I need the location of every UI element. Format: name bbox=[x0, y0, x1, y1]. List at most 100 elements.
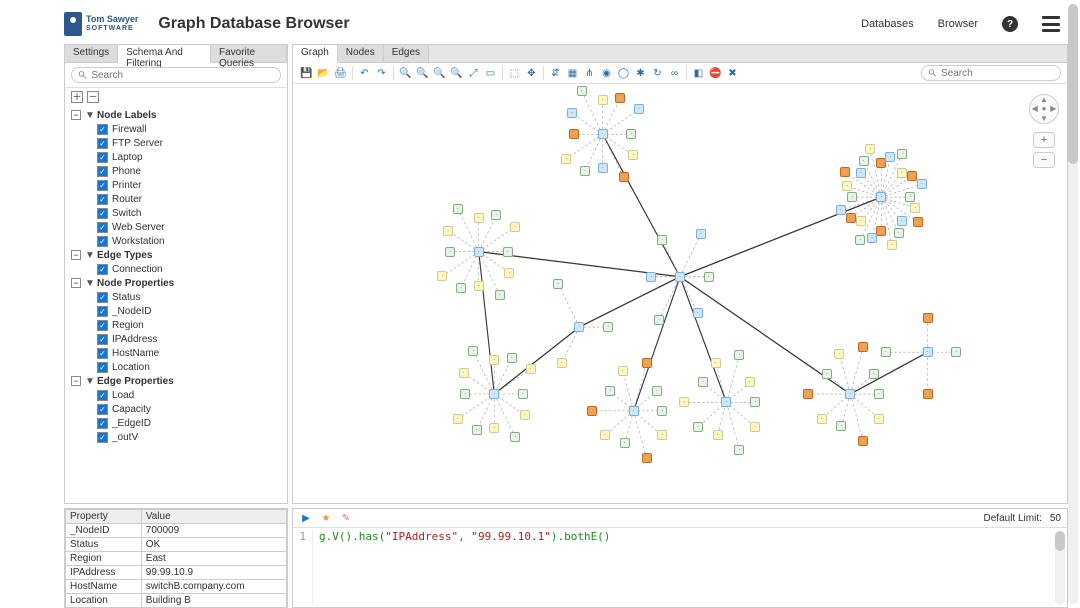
tree-section[interactable]: −▼Edge Properties bbox=[65, 374, 283, 388]
save-icon[interactable]: 💾 bbox=[299, 66, 314, 81]
tree-section[interactable]: −▼Node Labels bbox=[65, 108, 283, 122]
graph-edge[interactable] bbox=[726, 355, 739, 402]
zoom-in-icon[interactable]: 🔍 bbox=[398, 66, 413, 81]
graph-canvas[interactable]: ▲ ◀●▶ ▼ + − ····························… bbox=[293, 84, 1067, 503]
graph-leaf-node[interactable]: · bbox=[679, 397, 689, 407]
graph-leaf-node[interactable]: · bbox=[856, 168, 866, 178]
table-row[interactable]: _NodeID700009 bbox=[66, 524, 287, 538]
clear-icon[interactable]: ✖ bbox=[725, 66, 740, 81]
graph-leaf-node[interactable]: · bbox=[897, 216, 907, 226]
graph-leaf-node[interactable]: · bbox=[634, 104, 644, 114]
graph-hub-node[interactable]: · bbox=[923, 347, 933, 357]
graph-leaf-node[interactable]: · bbox=[817, 414, 827, 424]
checkbox-checked-icon[interactable] bbox=[97, 166, 108, 177]
graph-leaf-node[interactable]: · bbox=[518, 389, 528, 399]
graph-leaf-node[interactable]: · bbox=[646, 272, 656, 282]
tree-search-input[interactable] bbox=[91, 70, 274, 81]
graph-leaf-node[interactable]: · bbox=[474, 213, 484, 223]
graph-leaf-node[interactable]: · bbox=[894, 228, 904, 238]
graph-leaf-node[interactable]: · bbox=[822, 369, 832, 379]
tree-item[interactable]: Laptop bbox=[65, 150, 283, 164]
collapse-icon[interactable]: − bbox=[71, 278, 81, 288]
table-row[interactable]: StatusOK bbox=[66, 538, 287, 552]
checkbox-checked-icon[interactable] bbox=[97, 264, 108, 275]
tree-item[interactable]: Web Server bbox=[65, 220, 283, 234]
graph-leaf-node[interactable]: · bbox=[445, 247, 455, 257]
tree-item[interactable]: Router bbox=[65, 192, 283, 206]
graph-leaf-node[interactable]: · bbox=[657, 430, 667, 440]
table-row[interactable]: LocationBuilding B bbox=[66, 594, 287, 608]
graph-leaf-node[interactable]: · bbox=[642, 358, 652, 368]
graph-leaf-node[interactable]: · bbox=[711, 358, 721, 368]
checkbox-checked-icon[interactable] bbox=[97, 404, 108, 415]
checkbox-checked-icon[interactable] bbox=[97, 194, 108, 205]
query-line[interactable]: g.V().has("IPAddress", "99.99.10.1").bot… bbox=[313, 530, 610, 605]
graph-leaf-node[interactable]: · bbox=[603, 322, 613, 332]
tab-favorite-queries[interactable]: Favorite Queries bbox=[211, 45, 287, 62]
graph-leaf-node[interactable]: · bbox=[887, 240, 897, 250]
graph-leaf-node[interactable]: · bbox=[855, 235, 865, 245]
run-query-button[interactable]: ▶ bbox=[299, 511, 313, 525]
graph-leaf-node[interactable]: · bbox=[859, 156, 869, 166]
graph-leaf-node[interactable]: · bbox=[443, 226, 453, 236]
graph-hub-node[interactable]: · bbox=[876, 192, 886, 202]
graph-search[interactable] bbox=[921, 65, 1061, 81]
graph-edge[interactable] bbox=[870, 149, 881, 197]
graph-leaf-node[interactable]: · bbox=[917, 179, 927, 189]
zoom-out-icon[interactable]: 🔍 bbox=[432, 66, 447, 81]
graph-hub-node[interactable]: · bbox=[574, 322, 584, 332]
hamburger-menu-icon[interactable] bbox=[1042, 16, 1060, 32]
graph-leaf-node[interactable]: · bbox=[750, 422, 760, 432]
incremental-layout-icon[interactable]: ↻ bbox=[650, 66, 665, 81]
checkbox-checked-icon[interactable] bbox=[97, 348, 108, 359]
graph-leaf-node[interactable]: · bbox=[698, 377, 708, 387]
checkbox-checked-icon[interactable] bbox=[97, 306, 108, 317]
pan-control[interactable]: ▲ ◀●▶ ▼ bbox=[1029, 94, 1059, 124]
stop-icon[interactable]: ⛔ bbox=[708, 66, 723, 81]
checkbox-checked-icon[interactable] bbox=[97, 152, 108, 163]
graph-leaf-node[interactable]: · bbox=[881, 347, 891, 357]
graph-leaf-node[interactable]: · bbox=[642, 453, 652, 463]
graph-leaf-node[interactable]: · bbox=[626, 129, 636, 139]
checkbox-checked-icon[interactable] bbox=[97, 222, 108, 233]
graph-leaf-node[interactable]: · bbox=[569, 129, 579, 139]
checkbox-checked-icon[interactable] bbox=[97, 236, 108, 247]
tree-item[interactable]: _EdgeID bbox=[65, 416, 283, 430]
pan-up-icon[interactable]: ▲ bbox=[1039, 95, 1048, 104]
tab-schema-and-filtering[interactable]: Schema And Filtering bbox=[118, 45, 211, 63]
tree-item[interactable]: FTP Server bbox=[65, 136, 283, 150]
checkbox-checked-icon[interactable] bbox=[97, 124, 108, 135]
graph-leaf-node[interactable]: · bbox=[657, 235, 667, 245]
graph-leaf-node[interactable]: · bbox=[553, 279, 563, 289]
graph-hub-node[interactable]: · bbox=[721, 397, 731, 407]
graph-leaf-node[interactable]: · bbox=[510, 432, 520, 442]
clear-query-button[interactable]: ✎ bbox=[339, 511, 353, 525]
graph-edge[interactable] bbox=[680, 197, 881, 277]
tree-item[interactable]: Location bbox=[65, 360, 283, 374]
graph-leaf-node[interactable]: · bbox=[847, 192, 857, 202]
checkbox-checked-icon[interactable] bbox=[97, 180, 108, 191]
pan-down-icon[interactable]: ▼ bbox=[1039, 114, 1048, 123]
graph-leaf-node[interactable]: · bbox=[874, 389, 884, 399]
graph-leaf-node[interactable]: · bbox=[885, 152, 895, 162]
tree-item[interactable]: Workstation bbox=[65, 234, 283, 248]
tree-item[interactable]: Load bbox=[65, 388, 283, 402]
zoom-in-button[interactable]: + bbox=[1033, 132, 1055, 148]
expand-all-button[interactable]: ＋ bbox=[71, 91, 83, 103]
graph-leaf-node[interactable]: · bbox=[913, 217, 923, 227]
default-limit-value[interactable]: 50 bbox=[1050, 513, 1061, 524]
tab-edges[interactable]: Edges bbox=[384, 45, 429, 62]
checkbox-checked-icon[interactable] bbox=[97, 432, 108, 443]
graph-leaf-node[interactable]: · bbox=[567, 108, 577, 118]
graph-leaf-node[interactable]: · bbox=[459, 368, 469, 378]
graph-edge[interactable] bbox=[558, 284, 579, 327]
graph-edge[interactable] bbox=[634, 411, 647, 458]
graph-leaf-node[interactable]: · bbox=[489, 355, 499, 365]
graph-leaf-node[interactable]: · bbox=[652, 386, 662, 396]
pan-icon[interactable]: ✥ bbox=[524, 66, 539, 81]
graph-leaf-node[interactable]: · bbox=[836, 205, 846, 215]
graph-leaf-node[interactable]: · bbox=[923, 313, 933, 323]
circular-layout-icon[interactable]: ◯ bbox=[616, 66, 631, 81]
redo-icon[interactable]: ↷ bbox=[374, 66, 389, 81]
graph-leaf-node[interactable]: · bbox=[472, 425, 482, 435]
